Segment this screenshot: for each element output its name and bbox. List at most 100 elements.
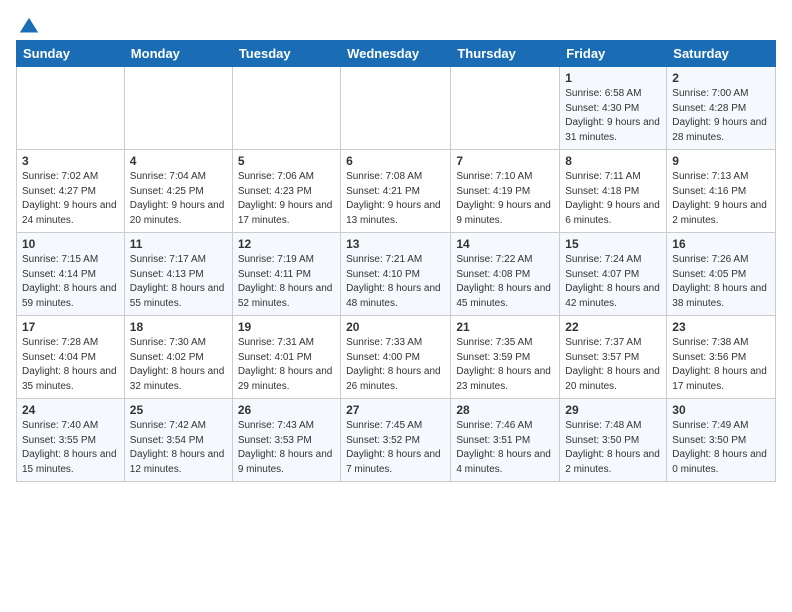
calendar-cell: 14 Sunrise: 7:22 AM Sunset: 4:08 PM Dayli… (451, 233, 560, 316)
day-info: Sunrise: 7:15 AM Sunset: 4:14 PM Dayligh… (22, 253, 119, 311)
day-info: Sunrise: 7:45 AM Sunset: 3:52 PM Dayligh… (346, 419, 445, 477)
day-number: 21 (456, 320, 554, 334)
calendar-cell: 29 Sunrise: 7:48 AM Sunset: 3:50 PM Dayli… (560, 399, 667, 482)
calendar-cell: 26Sunrise: 7:43 AM Sunset: 3:53 PM Dayli… (232, 399, 340, 482)
calendar-cell: 19 Sunrise: 7:31 AM Sunset: 4:01 PM Dayli… (232, 316, 340, 399)
day-number: 29 (565, 403, 661, 417)
day-number: 14 (456, 237, 554, 251)
day-number: 8 (565, 154, 661, 168)
day-info: Sunrise: 7:10 AM Sunset: 4:19 PM Dayligh… (456, 170, 554, 228)
day-info: Sunrise: 7:11 AM Sunset: 4:18 PM Dayligh… (565, 170, 661, 228)
day-info: Sunrise: 7:31 AM Sunset: 4:01 PM Dayligh… (238, 336, 335, 394)
col-header-sunday: Sunday (17, 41, 125, 67)
day-number: 4 (130, 154, 227, 168)
calendar-cell: 8 Sunrise: 7:11 AM Sunset: 4:18 PM Daylig… (560, 150, 667, 233)
day-info: Sunrise: 7:42 AM Sunset: 3:54 PM Dayligh… (130, 419, 227, 477)
day-info: Sunrise: 7:40 AM Sunset: 3:55 PM Dayligh… (22, 419, 119, 477)
day-info: Sunrise: 7:19 AM Sunset: 4:11 PM Dayligh… (238, 253, 335, 311)
day-info: Sunrise: 7:21 AM Sunset: 4:10 PM Dayligh… (346, 253, 445, 311)
day-number: 20 (346, 320, 445, 334)
day-number: 9 (672, 154, 770, 168)
calendar-cell: 2 Sunrise: 7:00 AM Sunset: 4:28 PM Daylig… (667, 67, 776, 150)
day-number: 11 (130, 237, 227, 251)
day-number: 28 (456, 403, 554, 417)
day-number: 12 (238, 237, 335, 251)
col-header-thursday: Thursday (451, 41, 560, 67)
calendar-cell: 9 Sunrise: 7:13 AM Sunset: 4:16 PM Daylig… (667, 150, 776, 233)
calendar-cell: 4 Sunrise: 7:04 AM Sunset: 4:25 PM Daylig… (124, 150, 232, 233)
day-number: 1 (565, 71, 661, 85)
col-header-tuesday: Tuesday (232, 41, 340, 67)
day-number: 22 (565, 320, 661, 334)
calendar-cell: 5 Sunrise: 7:06 AM Sunset: 4:23 PM Daylig… (232, 150, 340, 233)
day-info: Sunrise: 7:04 AM Sunset: 4:25 PM Dayligh… (130, 170, 227, 228)
calendar-cell: 23 Sunrise: 7:38 AM Sunset: 3:56 PM Dayli… (667, 316, 776, 399)
calendar-cell (451, 67, 560, 150)
day-number: 25 (130, 403, 227, 417)
day-info: Sunrise: 7:43 AM Sunset: 3:53 PM Dayligh… (238, 419, 335, 477)
calendar-cell: 10 Sunrise: 7:15 AM Sunset: 4:14 PM Dayli… (17, 233, 125, 316)
calendar-cell (341, 67, 451, 150)
day-number: 16 (672, 237, 770, 251)
day-info: Sunrise: 6:58 AM Sunset: 4:30 PM Dayligh… (565, 87, 661, 145)
day-number: 23 (672, 320, 770, 334)
day-info: Sunrise: 7:08 AM Sunset: 4:21 PM Dayligh… (346, 170, 445, 228)
calendar-cell: 16 Sunrise: 7:26 AM Sunset: 4:05 PM Dayli… (667, 233, 776, 316)
logo-icon (18, 16, 40, 38)
day-number: 24 (22, 403, 119, 417)
day-info: Sunrise: 7:28 AM Sunset: 4:04 PM Dayligh… (22, 336, 119, 394)
day-number: 30 (672, 403, 770, 417)
col-header-monday: Monday (124, 41, 232, 67)
calendar-cell: 1 Sunrise: 6:58 AM Sunset: 4:30 PM Daylig… (560, 67, 667, 150)
day-number: 15 (565, 237, 661, 251)
day-info: Sunrise: 7:02 AM Sunset: 4:27 PM Dayligh… (22, 170, 119, 228)
calendar-cell: 22 Sunrise: 7:37 AM Sunset: 3:57 PM Dayli… (560, 316, 667, 399)
day-info: Sunrise: 7:33 AM Sunset: 4:00 PM Dayligh… (346, 336, 445, 394)
calendar-cell: 15 Sunrise: 7:24 AM Sunset: 4:07 PM Dayli… (560, 233, 667, 316)
col-header-wednesday: Wednesday (341, 41, 451, 67)
day-number: 2 (672, 71, 770, 85)
day-info: Sunrise: 7:30 AM Sunset: 4:02 PM Dayligh… (130, 336, 227, 394)
day-number: 10 (22, 237, 119, 251)
day-number: 27 (346, 403, 445, 417)
day-info: Sunrise: 7:46 AM Sunset: 3:51 PM Dayligh… (456, 419, 554, 477)
day-info: Sunrise: 7:22 AM Sunset: 4:08 PM Dayligh… (456, 253, 554, 311)
day-info: Sunrise: 7:37 AM Sunset: 3:57 PM Dayligh… (565, 336, 661, 394)
logo (16, 16, 40, 32)
col-header-saturday: Saturday (667, 41, 776, 67)
page-header (16, 16, 776, 32)
day-info: Sunrise: 7:00 AM Sunset: 4:28 PM Dayligh… (672, 87, 770, 145)
day-info: Sunrise: 7:06 AM Sunset: 4:23 PM Dayligh… (238, 170, 335, 228)
day-info: Sunrise: 7:48 AM Sunset: 3:50 PM Dayligh… (565, 419, 661, 477)
calendar-cell: 20 Sunrise: 7:33 AM Sunset: 4:00 PM Dayli… (341, 316, 451, 399)
day-number: 19 (238, 320, 335, 334)
calendar-table: SundayMondayTuesdayWednesdayThursdayFrid… (16, 40, 776, 482)
day-info: Sunrise: 7:17 AM Sunset: 4:13 PM Dayligh… (130, 253, 227, 311)
calendar-cell: 6 Sunrise: 7:08 AM Sunset: 4:21 PM Daylig… (341, 150, 451, 233)
day-info: Sunrise: 7:24 AM Sunset: 4:07 PM Dayligh… (565, 253, 661, 311)
calendar-cell: 13 Sunrise: 7:21 AM Sunset: 4:10 PM Dayli… (341, 233, 451, 316)
calendar-cell (17, 67, 125, 150)
day-number: 7 (456, 154, 554, 168)
day-info: Sunrise: 7:49 AM Sunset: 3:50 PM Dayligh… (672, 419, 770, 477)
day-number: 3 (22, 154, 119, 168)
day-number: 13 (346, 237, 445, 251)
calendar-cell: 25 Sunrise: 7:42 AM Sunset: 3:54 PM Dayli… (124, 399, 232, 482)
day-info: Sunrise: 7:13 AM Sunset: 4:16 PM Dayligh… (672, 170, 770, 228)
calendar-cell: 17 Sunrise: 7:28 AM Sunset: 4:04 PM Dayli… (17, 316, 125, 399)
calendar-cell: 28 Sunrise: 7:46 AM Sunset: 3:51 PM Dayli… (451, 399, 560, 482)
calendar-cell: 3 Sunrise: 7:02 AM Sunset: 4:27 PM Daylig… (17, 150, 125, 233)
calendar-cell: 18 Sunrise: 7:30 AM Sunset: 4:02 PM Dayli… (124, 316, 232, 399)
day-info: Sunrise: 7:38 AM Sunset: 3:56 PM Dayligh… (672, 336, 770, 394)
calendar-cell: 24 Sunrise: 7:40 AM Sunset: 3:55 PM Dayli… (17, 399, 125, 482)
day-number: 17 (22, 320, 119, 334)
col-header-friday: Friday (560, 41, 667, 67)
day-info: Sunrise: 7:26 AM Sunset: 4:05 PM Dayligh… (672, 253, 770, 311)
calendar-cell: 27 Sunrise: 7:45 AM Sunset: 3:52 PM Dayli… (341, 399, 451, 482)
day-number: 5 (238, 154, 335, 168)
day-number: 18 (130, 320, 227, 334)
calendar-cell (124, 67, 232, 150)
calendar-cell: 11 Sunrise: 7:17 AM Sunset: 4:13 PM Dayli… (124, 233, 232, 316)
calendar-cell: 30 Sunrise: 7:49 AM Sunset: 3:50 PM Dayli… (667, 399, 776, 482)
day-number: 6 (346, 154, 445, 168)
